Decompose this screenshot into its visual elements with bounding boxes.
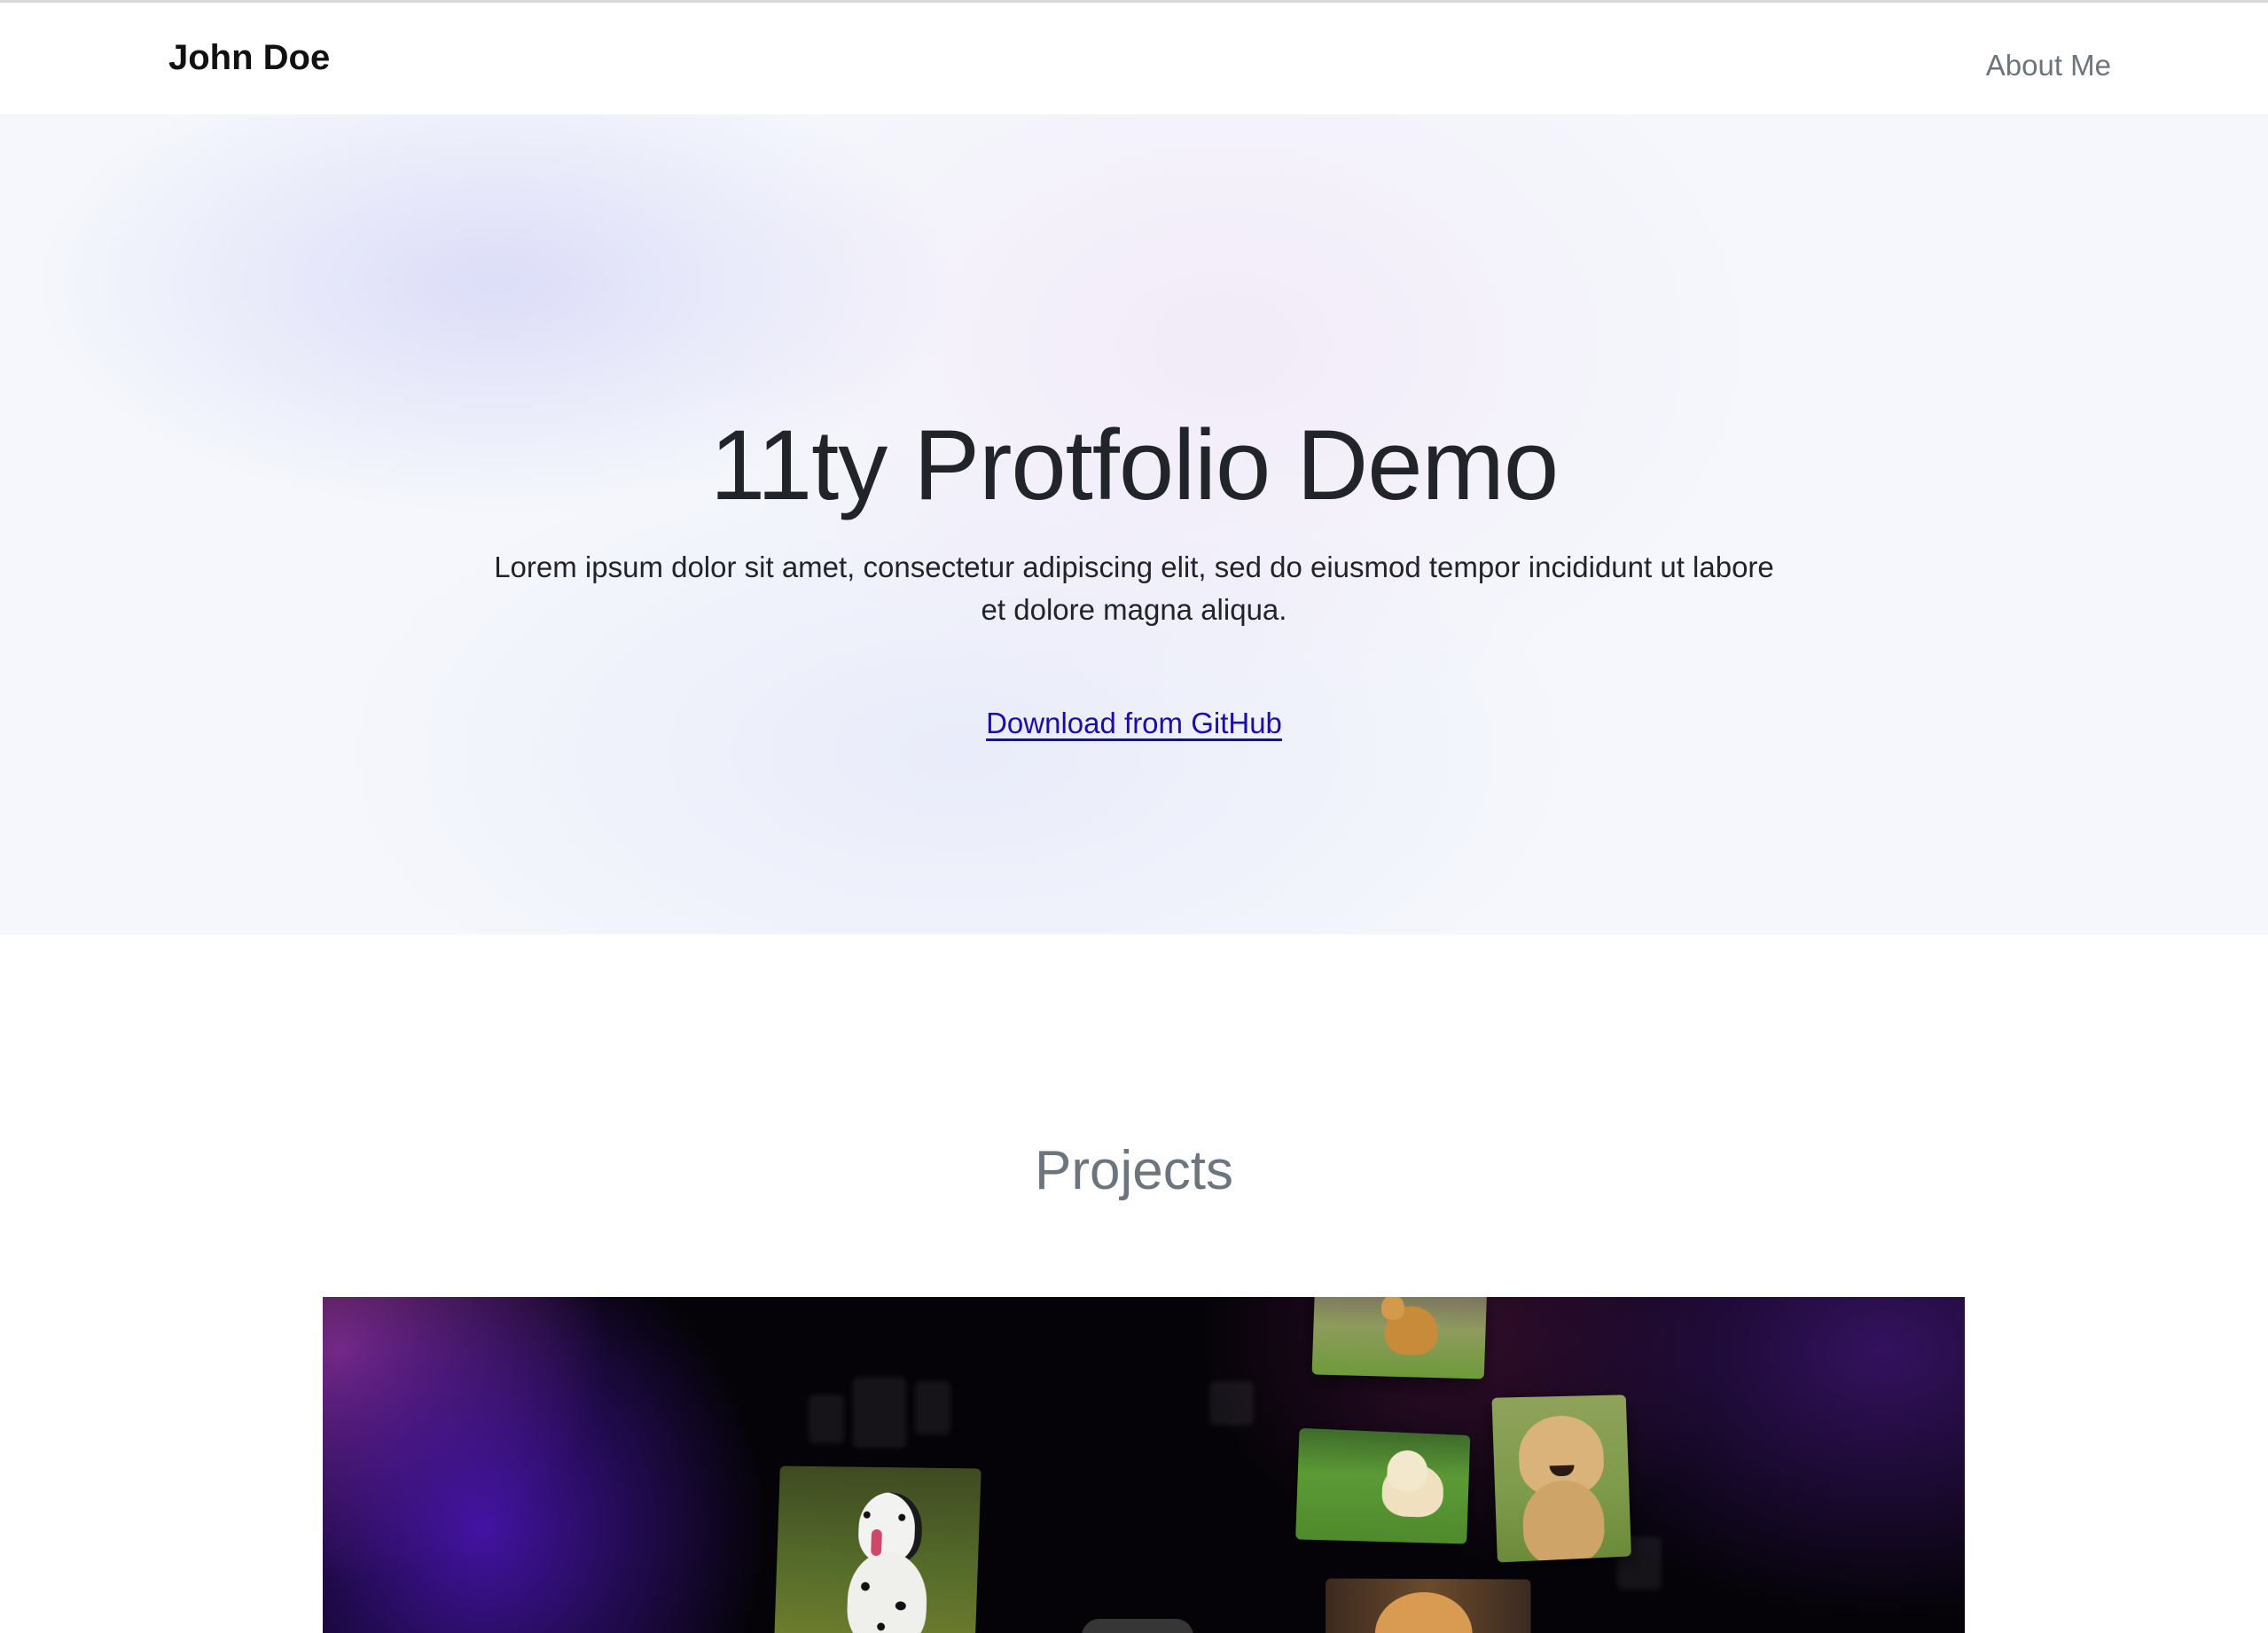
ghost-tile: [853, 1377, 906, 1448]
hero-section: 11ty Protfolio Demo Lorem ipsum dolor si…: [0, 114, 2268, 934]
ghost-tile: [915, 1381, 950, 1434]
tongue: [871, 1528, 882, 1557]
brand-link[interactable]: John Doe: [168, 38, 330, 78]
projects-heading: Projects: [1035, 1140, 1233, 1201]
golden-closeup-photo: [1326, 1578, 1531, 1633]
golden-field-photo: [1311, 1297, 1488, 1379]
ghost-tile: [1209, 1381, 1254, 1426]
dalmatian-photo: [774, 1465, 981, 1633]
navbar: John Doe About Me: [0, 3, 2268, 114]
play-control[interactable]: [1082, 1619, 1193, 1633]
project-card-image[interactable]: [323, 1297, 1965, 1633]
hero-lead: Lorem ipsum dolor sit amet, consectetur …: [494, 551, 1774, 626]
hero-title: 11ty Protfolio Demo: [709, 410, 1559, 520]
hero-cta-wrapper: Download from GitHub: [0, 707, 2268, 740]
golden-portrait-photo: [1491, 1395, 1631, 1563]
ghost-tile: [809, 1395, 844, 1443]
nav-link-about-me[interactable]: About Me: [1986, 49, 2111, 82]
puppy-grass-photo: [1295, 1427, 1471, 1544]
download-github-link[interactable]: Download from GitHub: [986, 707, 1282, 739]
